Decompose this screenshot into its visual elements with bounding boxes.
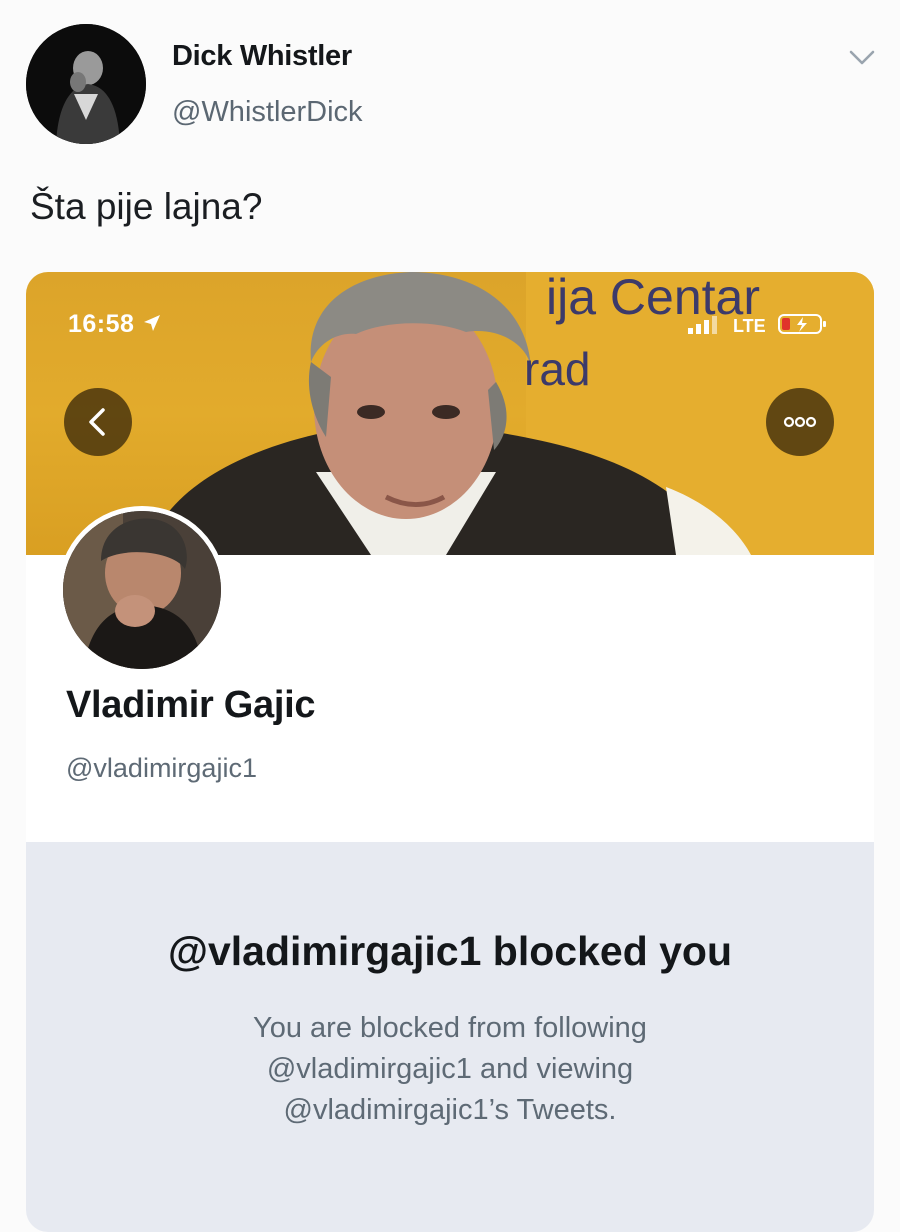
- more-options-icon: [783, 416, 817, 428]
- network-label: LTE: [733, 316, 766, 336]
- status-indicators: LTE: [686, 312, 829, 338]
- banner-sign-text-2: rad: [524, 343, 591, 395]
- profile-handle: @vladimirgajic1: [66, 753, 257, 783]
- tweet-text: Šta pije lajna?: [30, 186, 263, 227]
- back-button[interactable]: [64, 388, 132, 456]
- status-time-text: 16:58: [68, 310, 135, 338]
- profile-name: Vladimir Gajic: [66, 684, 316, 726]
- profile-avatar[interactable]: [58, 506, 226, 674]
- more-options-button[interactable]: [766, 388, 834, 456]
- blocked-notice: @vladimirgajic1 blocked you You are bloc…: [26, 842, 874, 1232]
- tweet-author-name[interactable]: Dick Whistler: [172, 40, 352, 73]
- chevron-down-icon[interactable]: [846, 46, 878, 70]
- back-chevron-icon: [89, 408, 105, 436]
- tweet-author-avatar[interactable]: [26, 24, 146, 144]
- status-time: 16:58: [68, 310, 162, 340]
- embedded-screenshot[interactable]: ija Centar rad 16:58 LTE Vladimir Gajic …: [26, 272, 874, 1232]
- blocked-message-line: You are blocked from following: [253, 1012, 647, 1044]
- blocked-title: @vladimirgajic1 blocked you: [167, 928, 733, 974]
- tweet-author-handle[interactable]: @WhistlerDick: [172, 96, 363, 129]
- battery-charging-icon: [777, 312, 829, 341]
- blocked-message: You are blocked from following @vladimir…: [26, 1008, 874, 1131]
- blocked-message-line: @vladimirgajic1’s Tweets.: [283, 1094, 617, 1126]
- blocked-message-line: @vladimirgajic1 and viewing: [266, 1053, 634, 1085]
- signal-icon: [686, 313, 724, 340]
- location-arrow-icon: [142, 311, 162, 340]
